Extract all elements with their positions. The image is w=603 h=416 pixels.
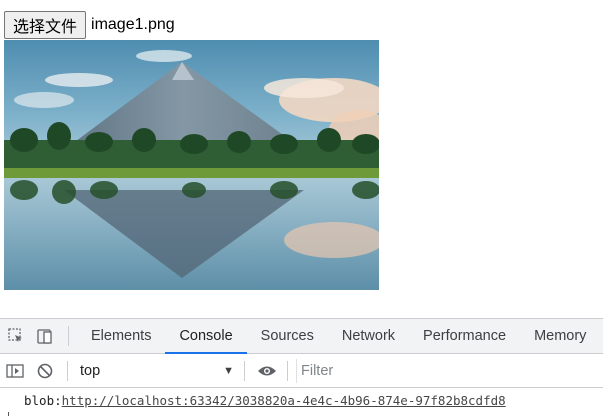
console-log-message: blob:http://localhost:63342/3038820a-4e4… <box>24 393 506 408</box>
toolbar-divider <box>287 360 288 381</box>
clear-console-icon[interactable] <box>33 359 57 383</box>
file-input-row: 选择文件 image1.png <box>4 10 175 40</box>
tab-performance[interactable]: Performance <box>409 319 520 353</box>
selected-file-name: image1.png <box>91 16 175 33</box>
dropdown-triangle-icon: ▼ <box>223 364 234 377</box>
tab-divider <box>68 326 69 346</box>
execution-context-value: top <box>80 362 101 379</box>
tab-memory[interactable]: Memory <box>520 319 600 353</box>
tab-sources[interactable]: Sources <box>247 319 328 353</box>
tab-network[interactable]: Network <box>328 319 409 353</box>
tab-elements[interactable]: Elements <box>77 319 165 353</box>
choose-file-button[interactable]: 选择文件 <box>4 11 87 39</box>
console-message-prefix: blob: <box>24 393 62 408</box>
console-filter-input[interactable] <box>296 358 595 383</box>
console-prompt-caret[interactable] <box>8 412 9 416</box>
device-toolbar-icon[interactable] <box>32 324 56 348</box>
inspect-element-icon[interactable] <box>4 324 28 348</box>
devtools-tab-bar: Elements Console Sources Network Perform… <box>0 318 603 354</box>
show-console-sidebar-icon[interactable] <box>3 359 27 383</box>
tab-console[interactable]: Console <box>165 319 247 354</box>
mountain-lake-photo <box>4 40 379 290</box>
console-blob-link[interactable]: http://localhost:63342/3038820a-4e4c-4b9… <box>62 393 506 408</box>
execution-context-select[interactable]: top ▼ <box>74 359 238 383</box>
preview-image <box>4 40 379 290</box>
devtools-panel: Elements Console Sources Network Perform… <box>0 318 603 416</box>
toolbar-divider <box>67 360 68 381</box>
live-expression-eye-icon[interactable] <box>255 359 279 383</box>
toolbar-divider <box>244 360 245 381</box>
console-toolbar: top ▼ <box>0 354 603 388</box>
